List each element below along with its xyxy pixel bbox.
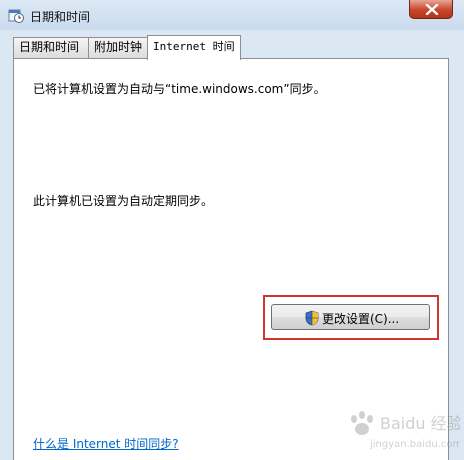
change-settings-label: 更改设置(C)...	[322, 312, 400, 326]
sync-status-text: 已将计算机设置为自动与“time.windows.com”同步。	[33, 82, 326, 96]
uac-shield-icon	[305, 310, 319, 329]
change-settings-button[interactable]: 更改设置(C)...	[271, 304, 430, 330]
tab-additional-clocks[interactable]: 附加时钟	[88, 37, 148, 58]
svg-text:jingyan.baidu.com: jingyan.baidu.com	[369, 439, 460, 450]
svg-text:Baidu 经验: Baidu 经验	[380, 414, 460, 433]
tab-internet-time[interactable]: Internet 时间	[147, 35, 241, 60]
internet-time-panel	[13, 58, 449, 460]
close-button[interactable]	[409, 0, 453, 19]
clock-calendar-icon	[8, 7, 24, 23]
date-time-dialog: 日期和时间 日期和时间 附加时钟 Internet 时间 已将计算机设置为自动与…	[0, 0, 464, 460]
baidu-watermark: Baidu 经验 jingyan.baidu.com	[340, 405, 463, 455]
close-icon	[425, 4, 439, 15]
help-link-internet-time[interactable]: 什么是 Internet 时间同步?	[33, 435, 179, 452]
schedule-status-text: 此计算机已设置为自动定期同步。	[33, 194, 214, 208]
window-title: 日期和时间	[30, 10, 91, 24]
title-bar[interactable]: 日期和时间	[0, 0, 464, 30]
tab-date-time[interactable]: 日期和时间	[13, 37, 89, 58]
